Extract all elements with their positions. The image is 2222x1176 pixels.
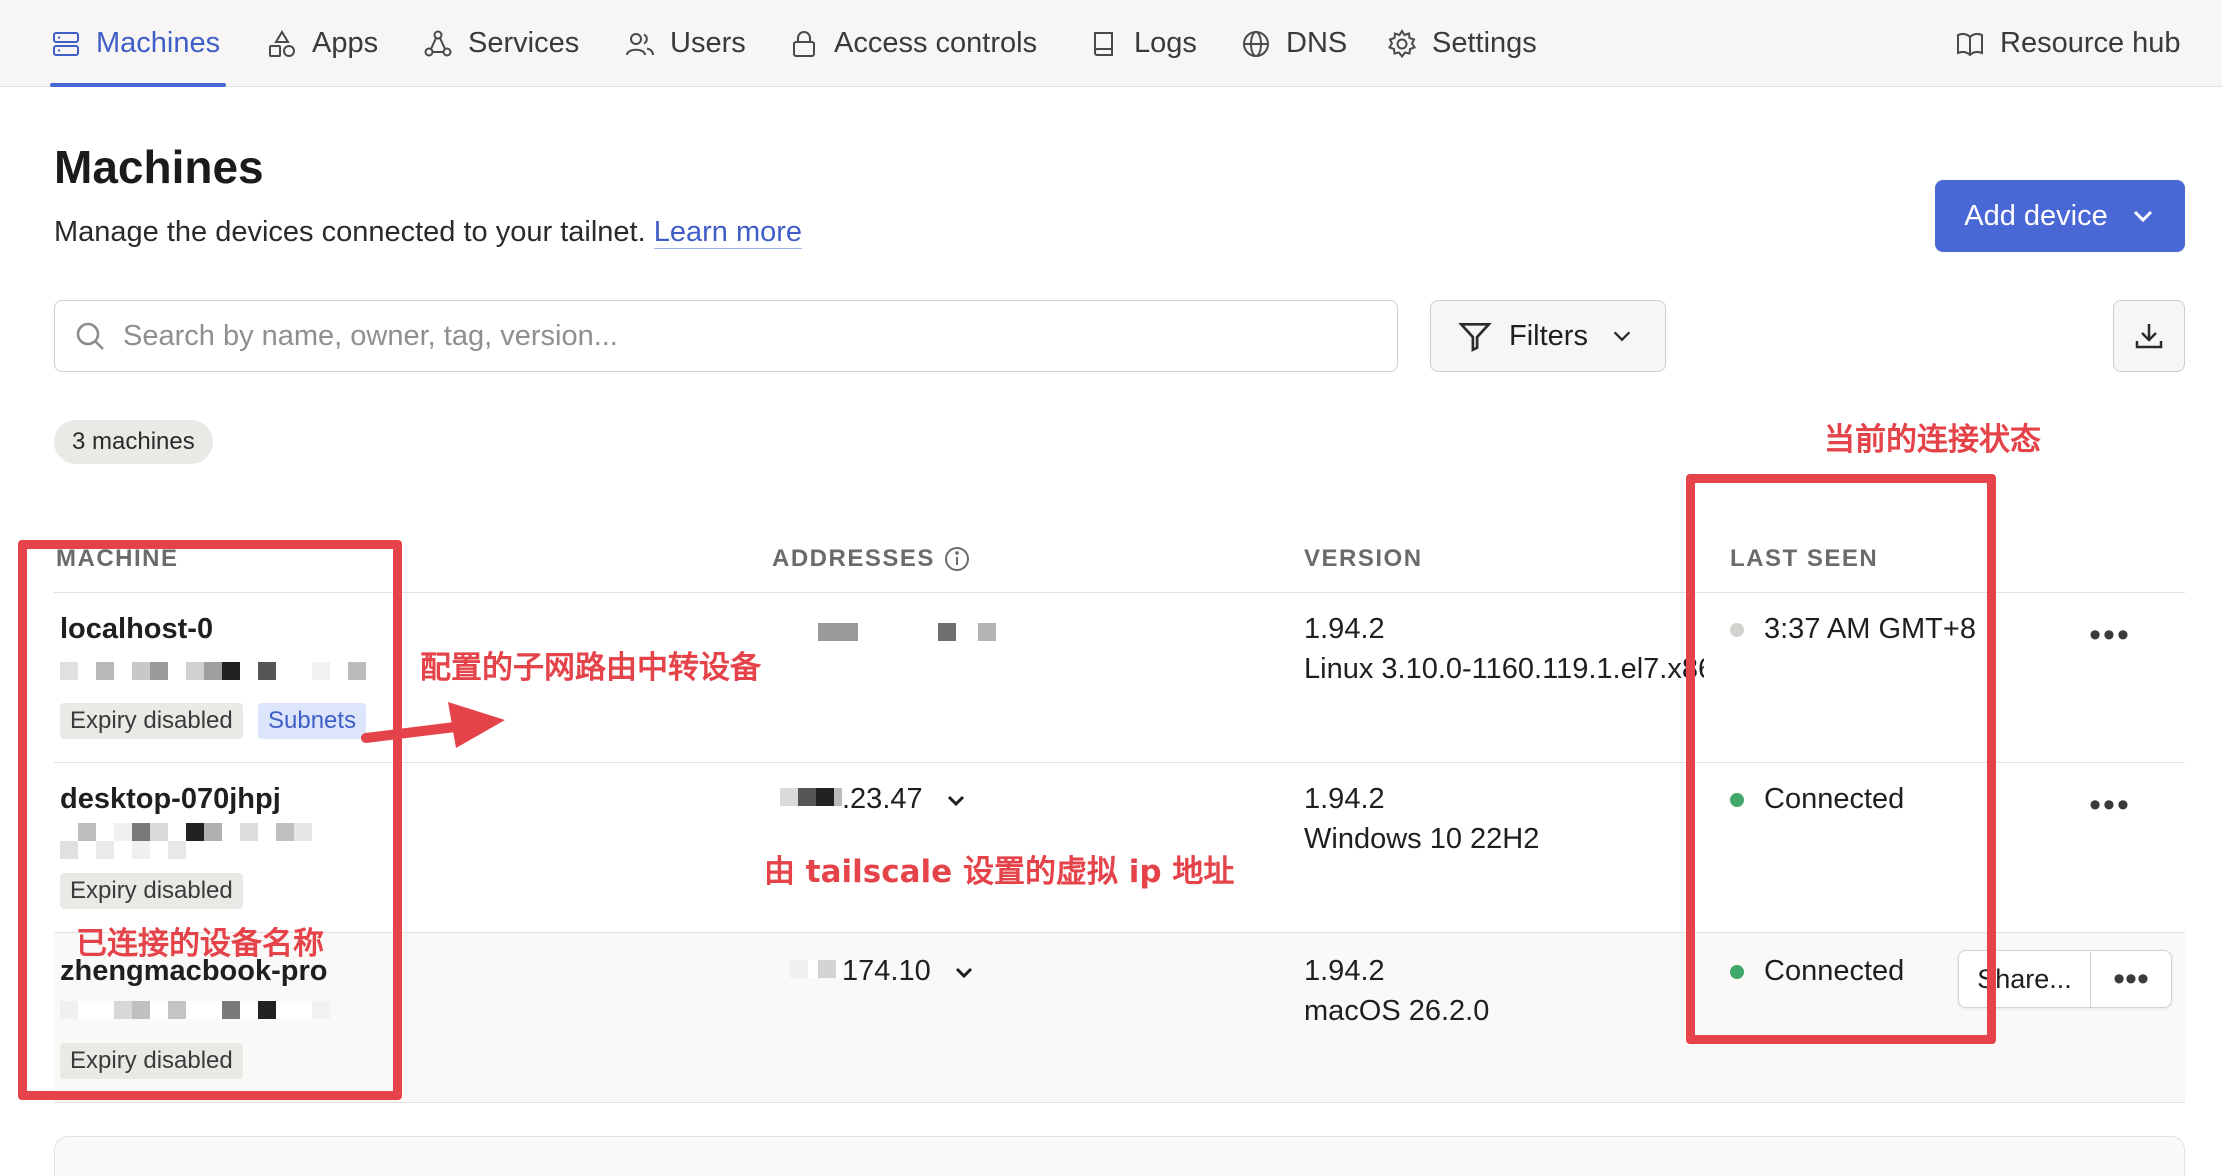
address-cell[interactable]: .23.47 (780, 783, 967, 816)
top-nav: Machines Apps Services Users Access cont… (0, 0, 2222, 87)
machine-count-badge: 3 machines (54, 420, 213, 464)
filters-button[interactable]: Filters (1430, 300, 1666, 372)
learn-more-link[interactable]: Learn more (653, 216, 803, 249)
info-icon[interactable] (943, 545, 971, 573)
tab-access-controls-label: Access controls (834, 27, 1038, 59)
filters-label: Filters (1509, 319, 1588, 352)
annotation-subnet-router: 配置的子网路由中转设备 (420, 650, 761, 686)
filter-icon (1458, 323, 1492, 352)
page-title: Machines (54, 141, 264, 193)
add-device-label: Add device (1964, 199, 2108, 232)
search-icon (76, 322, 104, 350)
os-version: Linux 3.10.0-1160.119.1.el7.x86... (1304, 653, 1704, 685)
col-header-version[interactable]: VERSION (1304, 545, 1423, 573)
search-box (54, 300, 1398, 372)
annotation-status: 当前的连接状态 (1824, 422, 2041, 458)
redacted-address (790, 960, 842, 979)
annotation-box-last-seen (1686, 474, 1996, 1044)
book-icon (1094, 31, 1113, 56)
more-options-button[interactable]: ••• (2080, 615, 2140, 655)
more-options-button[interactable]: ••• (2080, 785, 2140, 825)
tab-services[interactable]: Services (422, 0, 579, 87)
chevron-down-icon (1613, 331, 1631, 342)
tab-apps-label: Apps (312, 27, 379, 59)
tab-users-label: Users (670, 27, 746, 59)
os-version: Windows 10 22H2 (1304, 823, 1540, 855)
tab-logs[interactable]: Logs (1088, 0, 1197, 87)
more-options-button[interactable]: ••• (2091, 951, 2171, 1007)
tab-apps[interactable]: Apps (266, 0, 378, 87)
network-icon (424, 30, 452, 56)
address-text: .23.47 (842, 783, 923, 815)
tab-settings[interactable]: Settings (1386, 0, 1537, 87)
subtitle-text: Manage the devices connected to your tai… (54, 216, 646, 248)
server-icon (53, 31, 79, 56)
active-tab-indicator (50, 83, 226, 87)
redacted-address (780, 788, 842, 807)
annotation-box-machines (18, 540, 402, 1100)
col-header-addresses[interactable]: ADDRESSES (772, 545, 971, 573)
tab-machines[interactable]: Machines (50, 0, 220, 87)
version-number: 1.94.2 (1304, 955, 1385, 987)
resource-hub-label: Resource hub (2000, 27, 2181, 59)
gear-icon (1387, 28, 1417, 58)
address-text: 174.10 (842, 955, 931, 987)
col-header-addresses-label: ADDRESSES (772, 545, 935, 572)
tab-machines-label: Machines (96, 27, 221, 59)
tab-access-controls[interactable]: Access controls (788, 0, 1037, 87)
download-icon (2135, 324, 2163, 349)
page-subtitle: Manage the devices connected to your tai… (54, 216, 803, 249)
users-icon (626, 32, 654, 55)
export-button[interactable] (2113, 300, 2185, 372)
search-input[interactable] (123, 319, 1323, 353)
os-version: macOS 26.2.0 (1304, 995, 1490, 1027)
shapes-icon (269, 29, 295, 57)
tab-services-label: Services (468, 27, 580, 59)
version-number: 1.94.2 (1304, 783, 1385, 815)
redacted-address[interactable] (774, 623, 996, 641)
tab-users[interactable]: Users (624, 0, 746, 87)
tab-settings-label: Settings (1432, 27, 1537, 59)
resource-hub-link[interactable]: Resource hub (1954, 0, 2181, 87)
add-device-button[interactable]: Add device (1935, 180, 2185, 252)
address-cell[interactable]: 174.10 (790, 955, 975, 988)
open-book-icon (1957, 32, 1983, 56)
annotation-device-names: 已连接的设备名称 (76, 926, 324, 962)
tab-logs-label: Logs (1134, 27, 1197, 59)
version-number: 1.94.2 (1304, 613, 1385, 645)
tab-dns[interactable]: DNS (1240, 0, 1347, 87)
chevron-down-icon[interactable] (945, 789, 967, 811)
annotation-virtual-ip: 由 tailscale 设置的虚拟 ip 地址 (764, 854, 1235, 890)
globe-icon (1243, 30, 1269, 57)
chevron-down-icon (2133, 210, 2152, 223)
lock-icon (793, 30, 815, 57)
next-section-card (54, 1136, 2185, 1176)
tab-dns-label: DNS (1286, 27, 1348, 59)
chevron-down-icon[interactable] (953, 961, 975, 983)
